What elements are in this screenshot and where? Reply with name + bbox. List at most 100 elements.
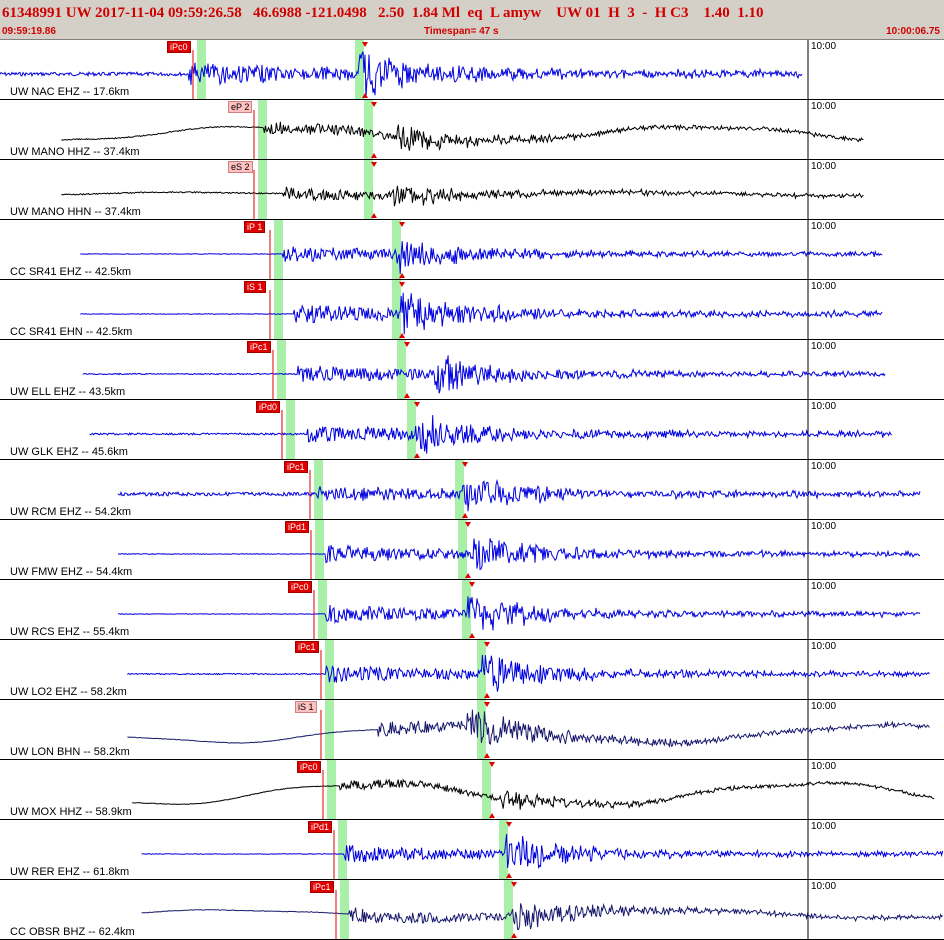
phase-window-bar	[258, 100, 267, 159]
trace-panel[interactable]: iPd1 10:00 UW FMW EHZ -- 54.4km	[0, 520, 944, 580]
waveform-trace	[80, 292, 883, 335]
seismogram	[141, 880, 943, 939]
seismogram	[117, 580, 921, 639]
phase-window-bar	[504, 880, 513, 939]
waveform-trace	[80, 241, 883, 274]
phase-window-bar	[355, 40, 364, 99]
phase-window-bar	[340, 880, 349, 939]
station-label: CC SR41 EHZ -- 42.5km	[10, 266, 132, 278]
phase-pick-label[interactable]: iPc1	[284, 461, 308, 473]
seismogram	[117, 520, 921, 579]
station-label: UW ELL EHZ -- 43.5km	[10, 386, 126, 398]
phase-window-bar	[274, 280, 283, 339]
station-label: UW RER EHZ -- 61.8km	[10, 866, 130, 878]
time-mark-label: 10:00	[811, 881, 837, 892]
phase-pick-label[interactable]: iS 1	[295, 701, 317, 713]
trace-panel[interactable]: iPc1 10:00 UW LO2 EHZ -- 58.2km	[0, 640, 944, 700]
time-mark-label: 10:00	[811, 41, 837, 52]
phase-window-bar	[286, 400, 295, 459]
waveform-panels[interactable]: iPc0 10:00 UW NAC EHZ -- 17.6km eP 2 10:00 UW…	[0, 40, 944, 940]
time-mark-label: 10:00	[811, 221, 837, 232]
trace-panel[interactable]: iPc0 10:00 UW NAC EHZ -- 17.6km	[0, 40, 944, 100]
start-time: 09:59:19.86	[2, 26, 56, 37]
event-header: 61348991 UW 2017-11-04 09:59:26.58 46.69…	[0, 0, 944, 40]
phase-pick-label[interactable]: iP 1	[244, 221, 266, 233]
trace-panel[interactable]: iPc1 10:00 UW RCM EHZ -- 54.2km	[0, 460, 944, 520]
seismogram	[127, 640, 930, 699]
station-label: UW LON BHN -- 58.2km	[10, 746, 130, 758]
time-mark-label: 10:00	[811, 401, 837, 412]
station-label: UW MANO HHZ -- 37.4km	[10, 146, 140, 158]
phase-pick-label[interactable]: iPc1	[247, 341, 271, 353]
station-label: UW RCM EHZ -- 54.2km	[10, 506, 131, 518]
time-mark-label: 10:00	[811, 341, 837, 352]
phase-window-bar	[338, 820, 347, 879]
trace-panel[interactable]: iPc0 10:00 UW RCS EHZ -- 55.4km	[0, 580, 944, 640]
trace-panel[interactable]: eP 2 10:00 UW MANO HHZ -- 37.4km	[0, 100, 944, 160]
phase-window-bar	[318, 580, 327, 639]
time-mark-label: 10:00	[811, 701, 837, 712]
phase-pick-label[interactable]: iPd0	[256, 401, 281, 413]
seismogram	[61, 100, 864, 159]
phase-pick-label[interactable]: iPc1	[310, 881, 334, 893]
phase-pick-label[interactable]: iPd1	[308, 821, 333, 833]
phase-pick-label[interactable]: iS 1	[244, 281, 266, 293]
station-label: UW MOX HHZ -- 58.9km	[10, 806, 132, 818]
phase-window-bar	[482, 760, 491, 819]
trace-panel[interactable]: iPc1 10:00 CC OBSR BHZ -- 62.4km	[0, 880, 944, 940]
event-summary: 61348991 UW 2017-11-04 09:59:26.58 46.69…	[2, 5, 764, 21]
seismogram	[89, 400, 893, 459]
phase-pick-label[interactable]: iPc0	[167, 41, 191, 53]
time-mark-label: 10:00	[811, 641, 837, 652]
phase-window-bar	[407, 400, 416, 459]
phase-pick-label[interactable]: iPc0	[297, 761, 321, 773]
station-label: CC SR41 EHN -- 42.5km	[10, 326, 133, 338]
waveform-trace	[82, 355, 886, 394]
phase-pick-label[interactable]: eP 2	[228, 101, 253, 113]
phase-window-bar	[458, 520, 467, 579]
trace-panel[interactable]: iS 1 10:00 UW LON BHN -- 58.2km	[0, 700, 944, 760]
waveform-trace	[89, 415, 893, 454]
station-label: UW FMW EHZ -- 54.4km	[10, 566, 133, 578]
seismogram	[80, 280, 883, 339]
station-label: UW GLK EHZ -- 45.6km	[10, 446, 128, 458]
phase-pick-label[interactable]: iPd1	[285, 521, 310, 533]
waveform-trace	[61, 121, 864, 151]
waveform-trace	[141, 833, 944, 869]
phase-window-bar	[364, 160, 373, 219]
time-mark-label: 10:00	[811, 461, 837, 472]
station-label: UW LO2 EHZ -- 58.2km	[10, 686, 127, 698]
phase-window-bar	[277, 340, 286, 399]
phase-window-bar	[274, 220, 283, 279]
time-mark-label: 10:00	[811, 761, 837, 772]
seismogram	[61, 160, 864, 219]
waveform-trace	[117, 478, 921, 512]
trace-panel[interactable]: iS 1 10:00 CC SR41 EHN -- 42.5km	[0, 280, 944, 340]
phase-pick-label[interactable]: iPc0	[288, 581, 312, 593]
station-label: UW NAC EHZ -- 17.6km	[10, 86, 130, 98]
end-time: 10:00:06.75	[886, 26, 940, 37]
seismogram	[127, 700, 930, 759]
trace-panel[interactable]: eS 2 10:00 UW MANO HHN -- 37.4km	[0, 160, 944, 220]
trace-panel[interactable]: iPc1 10:00 UW ELL EHZ -- 43.5km	[0, 340, 944, 400]
phase-pick-label[interactable]: eS 2	[228, 161, 253, 173]
waveform-trace	[141, 902, 943, 931]
station-label: UW RCS EHZ -- 55.4km	[10, 626, 130, 638]
waveform-trace	[132, 778, 935, 810]
seismogram	[80, 220, 883, 279]
time-mark-label: 10:00	[811, 101, 837, 112]
trace-panel[interactable]: iPd0 10:00 UW GLK EHZ -- 45.6km	[0, 400, 944, 460]
phase-window-bar	[325, 700, 334, 759]
trace-panel[interactable]: iPc0 10:00 UW MOX HHZ -- 58.9km	[0, 760, 944, 820]
trace-panel[interactable]: iPd1 10:00 UW RER EHZ -- 61.8km	[0, 820, 944, 880]
waveform-trace	[61, 185, 864, 207]
seismogram	[117, 460, 921, 519]
phase-window-bar	[327, 760, 336, 819]
phase-pick-label[interactable]: iPc1	[295, 641, 319, 653]
waveform-trace	[127, 709, 930, 749]
time-mark-label: 10:00	[811, 281, 837, 292]
timespan-label: Timespan= 47 s	[424, 26, 499, 37]
seismogram	[141, 820, 944, 879]
seismogram	[132, 760, 935, 819]
trace-panel[interactable]: iP 1 10:00 CC SR41 EHZ -- 42.5km	[0, 220, 944, 280]
